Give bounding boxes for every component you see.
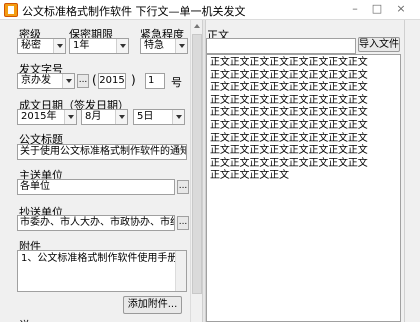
doc-prefix-browse-button[interactable]: ... [77,74,89,88]
doc-number-suffix: 号 [171,76,182,89]
title-bar: 公文标准格式制作软件 下行文—单一机关发文 – □ × [0,0,420,20]
date-month-select[interactable]: 8月 [81,109,128,125]
add-attachment-button[interactable]: 添加附件... [123,296,182,314]
doc-year-input[interactable]: 2015 [98,73,126,89]
close-button[interactable]: × [391,1,411,17]
cc-units-input[interactable]: 市委办、市人大办、市政协办、市纪委办 [17,215,175,231]
scroll-thumb[interactable] [192,34,202,294]
close-paren: ) [131,73,136,87]
date-month-value: 8月 [85,111,102,122]
maximize-button[interactable]: □ [367,1,387,17]
doc-number-input[interactable]: 1 [145,73,165,89]
bottom-partial-label: 说 [19,317,30,322]
body-line: 正文正文正文正文正文正文正文正文 [210,57,368,68]
body-line: 正文正文正文正文正文正文正文正文 [210,82,368,94]
open-paren: ( [92,73,97,87]
attachment-item: 1、公文标准格式制作软件使用手册 [21,253,178,264]
body-line: 正文正文正文正文正文正文正文正文 [210,119,368,131]
title-input[interactable]: 关于使用公文标准格式制作软件的通知 [17,144,187,160]
app-icon [4,3,18,17]
window-title: 公文标准格式制作软件 下行文—单一机关发文 [22,5,246,18]
body-line: 正文正文正文正文正文正文正文正文 [210,157,368,169]
body-line: 正文正文正文正文正文正文正文正文 [210,69,368,81]
cc-units-browse-button[interactable]: ... [177,216,189,230]
date-year-value: 2015年 [21,111,57,122]
chevron-down-icon [172,110,184,124]
body-line: 正文正文正文正文正文正文正文正文 [210,145,368,157]
main-recipient-browse-button[interactable]: ... [177,180,189,194]
doc-prefix-select[interactable]: 京办发 [17,73,75,89]
chevron-down-icon [115,110,127,124]
body-line: 正文正文正文正文正文正文正文正文 [210,132,368,144]
import-file-button[interactable]: 导入文件 [358,37,400,52]
urgency-select[interactable]: 特急 [140,38,188,54]
period-select[interactable]: 1年 [69,38,129,54]
chevron-down-icon [53,39,65,53]
attachment-list[interactable]: 1、公文标准格式制作软件使用手册 [17,250,187,292]
attachment-scrollbar[interactable] [175,251,186,291]
window-scrollbar[interactable] [404,20,420,322]
period-value: 1年 [73,40,90,51]
body-line: 正文正文正文正文 [210,170,289,182]
date-year-select[interactable]: 2015年 [17,109,77,125]
secret-select[interactable]: 秘密 [17,38,66,54]
import-path-input[interactable] [206,38,356,54]
chevron-down-icon [62,74,74,88]
minimize-button[interactable]: – [345,1,365,17]
urgency-value: 特急 [144,40,164,51]
doc-prefix-value: 京办发 [21,75,51,86]
left-pane-scrollbar[interactable] [190,20,202,322]
chevron-down-icon [64,110,76,124]
chevron-down-icon [116,39,128,53]
date-day-value: 5日 [137,111,154,122]
body-line: 正文正文正文正文正文正文正文正文 [210,107,368,119]
body-line: 正文正文正文正文正文正文正文正文 [210,94,368,106]
body-textarea[interactable]: 正文正文正文正文正文正文正文正文 正文正文正文正文正文正文正文正文 正文正文正文… [206,54,401,322]
chevron-down-icon [175,39,187,53]
secret-value: 秘密 [21,40,41,51]
date-day-select[interactable]: 5日 [133,109,185,125]
main-recipient-input[interactable]: 各单位 [17,179,175,195]
